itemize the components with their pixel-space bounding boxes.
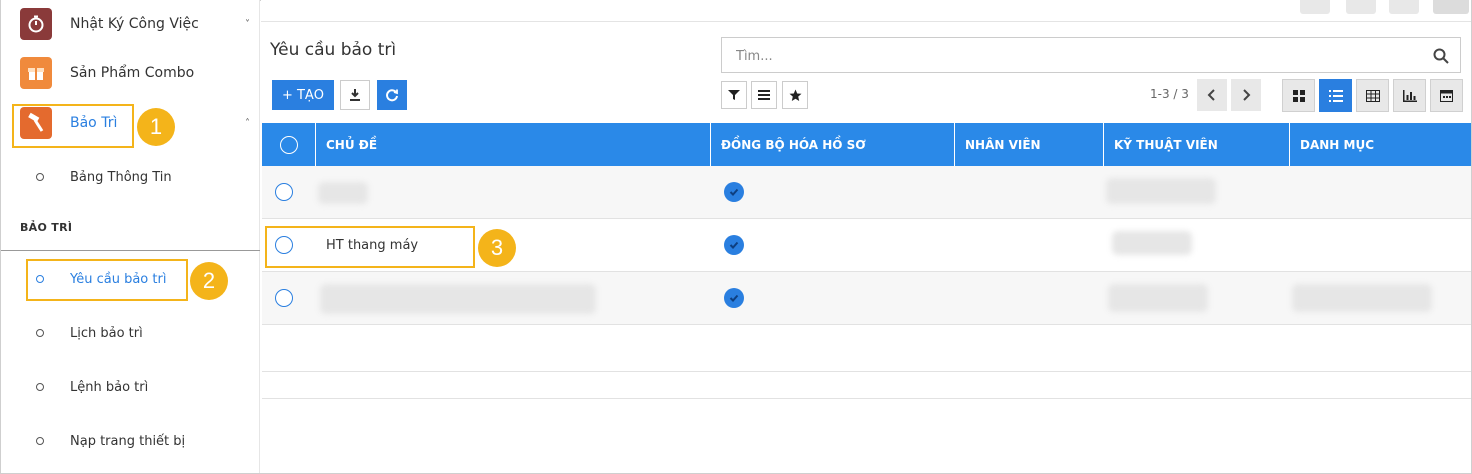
row-select-cell	[275, 219, 293, 271]
subject-cell: HT thang máy	[326, 237, 419, 253]
column-header-employee[interactable]: NHÂN VIÊN	[955, 123, 1104, 166]
refresh-icon	[386, 89, 398, 102]
highlight-box-2	[26, 259, 188, 301]
redacted-technician	[1106, 178, 1216, 204]
sidebar-item-label: Lịch bảo trì	[70, 325, 143, 341]
column-header-technician[interactable]: KỸ THUẬT VIÊN	[1104, 123, 1290, 166]
sidebar-item-label: Lệnh bảo trì	[70, 379, 149, 395]
pager-next-button[interactable]	[1231, 79, 1261, 111]
step-badge-2: 2	[190, 262, 228, 300]
table-header: CHỦ ĐỀ ĐỒNG BỘ HÓA HỒ SƠ NHÂN VIÊN KỸ TH…	[262, 123, 1471, 166]
kanban-view-button[interactable]	[1282, 79, 1315, 112]
row-select-cell	[275, 272, 293, 324]
table-row[interactable]	[262, 166, 1471, 219]
page-title: Yêu cầu bảo trì	[270, 40, 397, 60]
activity-icon[interactable]	[1346, 0, 1376, 14]
group-by-button[interactable]	[751, 81, 777, 109]
star-icon	[789, 89, 801, 101]
sidebar-item-lich-bao-tri[interactable]: Lịch bảo trì	[1, 318, 260, 348]
table-row[interactable]	[262, 272, 1471, 325]
calendar-icon	[1440, 90, 1453, 102]
list-view-button[interactable]	[1319, 79, 1352, 112]
list-icon	[1328, 89, 1343, 102]
row-select-cell	[275, 166, 293, 218]
redacted-category	[1292, 284, 1432, 312]
filter-button[interactable]	[721, 81, 747, 109]
search-bar	[721, 37, 1461, 73]
redacted-subject	[320, 284, 596, 314]
bullet-icon	[36, 383, 44, 391]
table-row[interactable]: HT thang máy	[262, 219, 1471, 272]
refresh-button[interactable]	[377, 80, 407, 110]
sidebar-item-lenh-bao-tri[interactable]: Lệnh bảo trì	[1, 372, 260, 402]
sidebar-item-nap-trang-thiet-bi[interactable]: Nạp trang thiết bị	[1, 426, 260, 456]
notifications-icon[interactable]	[1389, 0, 1419, 14]
column-header-category[interactable]: DANH MỤC	[1290, 123, 1471, 166]
sync-cell	[724, 219, 744, 271]
kanban-icon	[1292, 89, 1305, 102]
sidebar: Nhật Ký Công Việc ˅ Sản Phẩm Combo Bảo T…	[1, 0, 260, 473]
chevron-up-icon: ˄	[245, 117, 250, 129]
section-title: BẢO TRÌ	[20, 221, 73, 234]
pivot-view-button[interactable]	[1356, 79, 1389, 112]
check-circle-icon	[724, 288, 744, 308]
select-all-cell	[262, 123, 316, 166]
gift-box-icon	[20, 57, 52, 89]
divider	[1, 250, 260, 251]
bullet-icon	[36, 173, 44, 181]
sidebar-item-label: Nạp trang thiết bị	[70, 433, 186, 449]
download-icon	[350, 89, 360, 101]
pager-value[interactable]: 1-3 / 3	[1150, 87, 1189, 101]
chevron-left-icon	[1207, 89, 1215, 101]
messages-icon[interactable]	[1300, 0, 1330, 14]
highlight-box-1	[12, 104, 134, 148]
sidebar-item-bang-thong-tin[interactable]: Bảng Thông Tin	[1, 162, 260, 192]
pager-previous-button[interactable]	[1197, 79, 1227, 111]
filter-icon	[728, 90, 740, 100]
download-button[interactable]	[340, 80, 370, 110]
redacted-subject	[318, 182, 368, 204]
column-header-sync[interactable]: ĐỒNG BỘ HÓA HỒ SƠ	[711, 123, 955, 166]
select-all-radio[interactable]	[279, 135, 298, 154]
sidebar-app-label: Sản Phẩm Combo	[70, 65, 195, 81]
check-circle-icon	[724, 182, 744, 202]
row-select-radio[interactable]	[275, 236, 293, 254]
row-select-radio[interactable]	[275, 289, 293, 307]
empty-row	[262, 325, 1471, 372]
redacted-technician	[1108, 284, 1208, 312]
table-icon	[1365, 89, 1380, 102]
bullet-icon	[36, 329, 44, 337]
create-button[interactable]: + TẠO	[272, 80, 334, 110]
graph-view-button[interactable]	[1393, 79, 1426, 112]
calendar-view-button[interactable]	[1430, 79, 1463, 112]
bar-chart-icon	[1402, 89, 1417, 102]
step-badge-1: 1	[137, 108, 175, 146]
row-select-radio[interactable]	[275, 183, 293, 201]
favorites-button[interactable]	[782, 81, 808, 109]
column-header-subject[interactable]: CHỦ ĐỀ	[316, 123, 711, 166]
stopwatch-icon	[20, 8, 52, 40]
search-input[interactable]	[736, 46, 1416, 66]
empty-row	[262, 372, 1471, 399]
search-icon[interactable]	[1432, 47, 1450, 65]
top-navbar	[261, 0, 1471, 22]
list-lines-icon	[758, 90, 770, 100]
sync-cell	[724, 272, 744, 324]
redacted-technician	[1112, 231, 1192, 255]
chevron-right-icon	[1243, 89, 1251, 101]
sidebar-item-label: Bảng Thông Tin	[70, 169, 172, 185]
sidebar-app-label: Nhật Ký Công Việc	[70, 16, 199, 32]
check-circle-icon	[724, 235, 744, 255]
bullet-icon	[36, 437, 44, 445]
sidebar-app-san-pham-combo[interactable]: Sản Phẩm Combo	[1, 50, 260, 96]
sidebar-app-nhat-ky-cong-viec[interactable]: Nhật Ký Công Việc ˅	[1, 1, 260, 47]
avatar[interactable]	[1433, 0, 1469, 14]
sync-cell	[724, 166, 744, 218]
chevron-down-icon: ˅	[245, 18, 250, 30]
